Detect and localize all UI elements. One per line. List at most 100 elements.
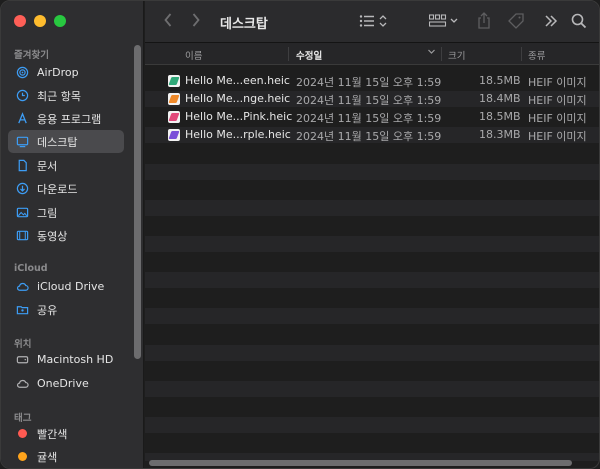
sidebar-item-documents[interactable]: 문서 xyxy=(8,154,124,177)
sidebar-item-icloud-drive[interactable]: iCloud Drive xyxy=(8,275,124,298)
file-kind: HEIF 이미지 xyxy=(528,112,587,126)
group-button[interactable] xyxy=(429,14,461,28)
icloud-icon xyxy=(16,280,29,293)
close-window-button[interactable] xyxy=(14,15,26,27)
file-size: 18.5MB xyxy=(479,110,521,124)
sidebar-item-macintosh-hd[interactable]: Macintosh HD xyxy=(8,348,124,371)
sidebar: 즐겨찾기 AirDrop 최근 항목 응용 프로그램 데스크탑 문서 다운로드 … xyxy=(1,1,144,468)
sidebar-item-label: 동영상 xyxy=(37,229,68,243)
movies-icon xyxy=(16,229,29,242)
column-modified[interactable]: 수정일 xyxy=(296,48,322,62)
empty-row xyxy=(145,218,599,234)
empty-row xyxy=(145,308,599,325)
sidebar-item-label: iCloud Drive xyxy=(37,280,105,293)
toolbar: 데스크탑 xyxy=(145,1,599,43)
column-kind[interactable]: 종류 xyxy=(528,48,545,62)
empty-row xyxy=(145,380,599,397)
file-date: 2024년 11월 15일 오후 1:59 xyxy=(296,130,442,144)
file-name: Hello Me...nge.heic xyxy=(185,92,291,106)
sidebar-item-shared[interactable]: 공유 xyxy=(8,298,124,321)
file-kind: HEIF 이미지 xyxy=(528,94,587,108)
share-icon xyxy=(478,12,490,29)
file-list: Hello Me...een.heic 2024년 11월 15일 오후 1:59… xyxy=(145,65,599,461)
harddisk-icon xyxy=(16,353,29,366)
sidebar-scrollbar[interactable] xyxy=(134,45,141,359)
sidebar-item-label: 그림 xyxy=(37,206,58,220)
more-toolbar-button[interactable] xyxy=(544,14,558,28)
chevron-right-icon xyxy=(192,13,200,27)
sidebar-item-label: Macintosh HD xyxy=(37,353,114,366)
list-view-icon xyxy=(359,15,387,27)
window-title: 데스크탑 xyxy=(220,17,268,32)
sidebar-item-movies[interactable]: 동영상 xyxy=(8,224,124,247)
empty-row xyxy=(145,254,599,270)
tag-icon xyxy=(508,13,524,29)
sidebar-item-applications[interactable]: 응용 프로그램 xyxy=(8,107,124,130)
empty-row xyxy=(145,235,599,252)
document-icon xyxy=(16,159,29,172)
back-button[interactable] xyxy=(163,12,173,28)
file-size: 18.4MB xyxy=(479,92,521,106)
sidebar-item-label: 귤색 xyxy=(37,450,58,464)
sidebar-item-airdrop[interactable]: AirDrop xyxy=(8,61,124,84)
sidebar-item-tag-orange[interactable]: 귤색 xyxy=(8,445,124,468)
clock-icon xyxy=(16,89,29,102)
empty-row xyxy=(145,416,599,433)
shared-folder-icon xyxy=(16,303,29,316)
empty-row xyxy=(145,363,599,379)
empty-row xyxy=(145,272,599,289)
search-icon xyxy=(571,13,587,29)
airdrop-icon xyxy=(16,66,29,79)
sidebar-item-label: 공유 xyxy=(37,303,58,317)
image-thumbnail-icon xyxy=(168,75,180,87)
sidebar-item-recents[interactable]: 최근 항목 xyxy=(8,84,124,107)
file-row[interactable]: Hello Me...nge.heic 2024년 11월 15일 오후 1:59… xyxy=(145,91,599,108)
search-button[interactable] xyxy=(571,13,587,29)
sidebar-item-label: AirDrop xyxy=(37,66,79,79)
red-tag-icon xyxy=(16,427,29,440)
file-row[interactable]: Hello Me...rple.heic 2024년 11월 15일 오후 1:5… xyxy=(145,127,599,144)
forward-button[interactable] xyxy=(191,12,201,28)
sidebar-item-label: OneDrive xyxy=(37,377,89,390)
file-row[interactable]: Hello Me...Pink.heic 2024년 11월 15일 오후 1:5… xyxy=(145,109,599,126)
list-view-button[interactable] xyxy=(359,14,389,28)
file-date: 2024년 11월 15일 오후 1:59 xyxy=(296,94,442,108)
file-kind: HEIF 이미지 xyxy=(528,76,587,89)
zoom-window-button[interactable] xyxy=(54,15,66,27)
desktop-icon xyxy=(16,135,29,148)
sidebar-item-label: 빨간색 xyxy=(37,427,68,441)
window-controls xyxy=(14,15,66,27)
sidebar-item-onedrive[interactable]: OneDrive xyxy=(8,372,124,395)
file-name: Hello Me...rple.heic xyxy=(185,128,291,142)
minimize-window-button[interactable] xyxy=(34,15,46,27)
file-date: 2024년 11월 15일 오후 1:59 xyxy=(296,112,442,126)
sidebar-item-label: 문서 xyxy=(37,159,58,173)
applications-icon xyxy=(16,112,29,125)
finder-window: 즐겨찾기 AirDrop 최근 항목 응용 프로그램 데스크탑 문서 다운로드 … xyxy=(0,0,600,469)
column-size[interactable]: 크기 xyxy=(448,48,465,62)
sidebar-item-label: 다운로드 xyxy=(37,182,78,196)
sidebar-item-desktop[interactable]: 데스크탑 xyxy=(8,130,124,153)
sidebar-item-tag-red[interactable]: 빨간색 xyxy=(8,422,124,445)
empty-row xyxy=(145,435,599,451)
column-header: 이름 수정일 크기 종류 xyxy=(145,43,599,65)
image-thumbnail-icon xyxy=(168,111,180,124)
empty-row xyxy=(145,145,599,161)
empty-row xyxy=(145,163,599,180)
column-name[interactable]: 이름 xyxy=(185,48,202,62)
sort-chevron-icon[interactable] xyxy=(427,47,436,59)
file-row[interactable]: Hello Me...een.heic 2024년 11월 15일 오후 1:59… xyxy=(145,73,599,89)
double-chevron-right-icon xyxy=(545,15,558,27)
file-name: Hello Me...Pink.heic xyxy=(185,110,293,124)
sidebar-item-pictures[interactable]: 그림 xyxy=(8,201,124,224)
cloud-icon xyxy=(16,377,29,390)
horizontal-scrollbar[interactable] xyxy=(149,460,572,466)
sidebar-item-downloads[interactable]: 다운로드 xyxy=(8,177,124,200)
empty-row xyxy=(145,199,599,216)
sidebar-item-label: 데스크탑 xyxy=(37,135,78,149)
share-button[interactable] xyxy=(477,12,491,30)
pictures-icon xyxy=(16,206,29,219)
file-kind: HEIF 이미지 xyxy=(528,130,587,144)
empty-row xyxy=(145,326,599,342)
tag-button[interactable] xyxy=(507,12,525,30)
